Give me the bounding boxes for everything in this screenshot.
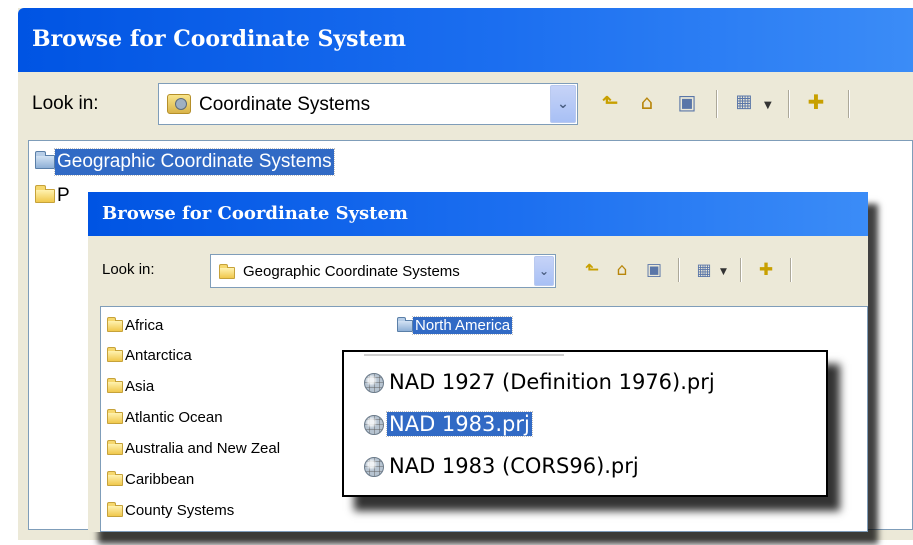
folder-icon (219, 264, 235, 279)
outer-look-in-label: Look in: (32, 93, 99, 114)
list-item[interactable]: Atlantic Ocean (107, 409, 225, 426)
list-item-nad-1983-cors96[interactable]: NAD 1983 (CORS96).prj (364, 454, 641, 478)
inner-dialog-title: Browse for Coordinate System (102, 203, 408, 224)
list-item-label: Atlantic Ocean (125, 409, 223, 426)
folder-icon (35, 184, 55, 203)
connect-to-folder-icon[interactable]: ▣ (673, 88, 701, 116)
zoomed-file-list-popup: NAD 1927 (Definition 1976).prj NAD 1983.… (342, 350, 828, 497)
list-item[interactable]: Caribbean (107, 471, 196, 488)
folder-icon (107, 378, 123, 394)
list-item-label: County Systems (125, 502, 235, 519)
toolbar-separator (788, 90, 789, 118)
list-item-label: Africa (125, 317, 164, 334)
globe-icon (364, 457, 384, 477)
folder-icon (107, 471, 123, 487)
outer-combo-dropdown-button[interactable]: ⌄ (550, 85, 576, 123)
toolbar-separator (678, 258, 679, 282)
toolbar-separator (790, 258, 791, 282)
new-folder-icon[interactable]: ✚ (752, 256, 780, 284)
folder-icon (107, 502, 123, 518)
outer-look-in-combo[interactable]: Coordinate Systems ⌄ (158, 83, 578, 125)
view-menu-chevron-down-icon[interactable]: ▼ (720, 267, 727, 277)
new-folder-icon[interactable]: ✚ (802, 88, 830, 116)
list-item-north-america[interactable]: North America (397, 316, 514, 335)
list-item-nad-1927-definition-1976[interactable]: NAD 1927 (Definition 1976).prj (364, 370, 717, 394)
coordinate-systems-folder-icon (167, 94, 191, 114)
toolbar-separator (740, 258, 741, 282)
list-item[interactable]: Australia and New Zeal (107, 440, 282, 457)
outer-title-bar: Browse for Coordinate System (18, 8, 913, 72)
folder-blue-icon (35, 150, 55, 169)
globe-icon (364, 415, 384, 435)
inner-combo-dropdown-button[interactable]: ⌄ (534, 256, 554, 286)
outer-look-in-value: Coordinate Systems (199, 94, 371, 115)
toolbar-separator (848, 90, 849, 118)
list-item[interactable]: Africa (107, 317, 165, 334)
inner-look-in-value: Geographic Coordinate Systems (243, 263, 460, 280)
list-item[interactable]: County Systems (107, 502, 236, 519)
globe-icon (364, 373, 384, 393)
list-item[interactable]: Antarctica (107, 347, 194, 364)
connect-to-folder-icon[interactable]: ▣ (640, 256, 668, 284)
list-item-label: NAD 1983.prj (386, 411, 533, 437)
inner-look-in-label: Look in: (102, 261, 155, 278)
list-item-label: Caribbean (125, 471, 195, 488)
list-item-label: NAD 1983 (CORS96).prj (389, 454, 639, 478)
folder-icon (107, 317, 123, 333)
list-item-partial[interactable]: P (35, 183, 72, 209)
list-item[interactable]: Asia (107, 378, 156, 395)
list-item-nad-1983[interactable]: NAD 1983.prj (364, 411, 533, 437)
view-menu-chevron-down-icon[interactable]: ▼ (764, 100, 772, 111)
toolbar-separator (716, 90, 717, 118)
inner-title-bar: Browse for Coordinate System (88, 192, 868, 236)
inner-look-in-combo[interactable]: Geographic Coordinate Systems ⌄ (210, 254, 556, 288)
list-item-label: NAD 1927 (Definition 1976).prj (389, 370, 715, 394)
partial-row-top (364, 352, 564, 356)
up-one-level-icon[interactable]: ⬑ (578, 256, 606, 284)
outer-dialog-title: Browse for Coordinate System (32, 26, 406, 52)
list-item-label: Antarctica (125, 347, 192, 364)
list-item-label: P (57, 185, 70, 206)
list-item-label: Australia and New Zeal (125, 440, 281, 457)
list-item-label: Asia (125, 378, 155, 395)
up-one-level-icon[interactable]: ⬑ (596, 88, 624, 116)
folder-icon (107, 347, 123, 363)
view-menu-icon[interactable]: ▦ (690, 256, 718, 284)
home-icon[interactable]: ⌂ (633, 88, 661, 116)
view-menu-icon[interactable]: ▦ (730, 88, 758, 116)
list-item-geographic-coordinate-systems[interactable]: Geographic Coordinate Systems (35, 148, 335, 176)
folder-icon (107, 409, 123, 425)
list-item-label: North America (411, 316, 514, 335)
list-item-label: Geographic Coordinate Systems (54, 148, 335, 176)
folder-blue-icon (397, 317, 413, 333)
home-icon[interactable]: ⌂ (608, 256, 636, 284)
folder-icon (107, 440, 123, 456)
